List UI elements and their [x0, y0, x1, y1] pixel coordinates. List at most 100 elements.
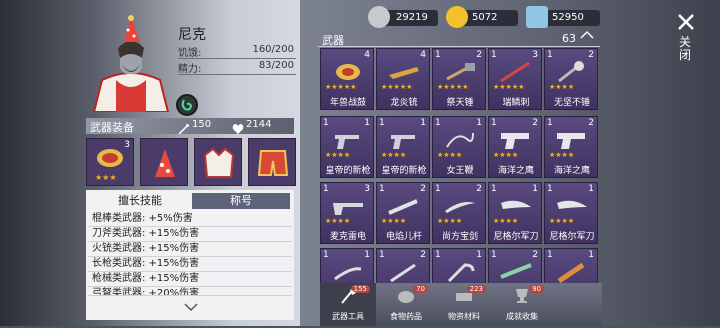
- silver-resource: 29219: [368, 6, 438, 28]
- weapon-tier: 1: [364, 250, 370, 260]
- stomach-icon[interactable]: [176, 94, 198, 116]
- weapon-stars: ★★★★: [493, 217, 519, 225]
- weapon-name: 无坚不锤: [553, 98, 590, 108]
- weapon-count: 1: [491, 184, 497, 194]
- party-hat-icon: [153, 147, 177, 183]
- weapon-stars: ★★★★: [493, 151, 519, 159]
- machete-icon: [499, 195, 533, 217]
- rod-icon: [387, 195, 421, 217]
- weapon-cell[interactable]: 1 3 ★★★★ 麦克雷电: [320, 182, 374, 244]
- weapon-name: 电焰儿杆: [385, 232, 422, 242]
- weapons-divider: [318, 46, 600, 47]
- slot-stars: ★★★: [95, 173, 117, 182]
- tab-achievements[interactable]: 90 成就收集: [494, 283, 550, 326]
- weapon-slot[interactable]: 3 ★★★: [86, 138, 134, 186]
- weapon-cell[interactable]: 1 2 ★★★★ 尚方宝剑: [432, 182, 486, 244]
- weapon-stars: ★★★★: [437, 151, 463, 159]
- weapon-cell[interactable]: 1 1 ★★★★ 尼格尔军刀: [488, 182, 542, 244]
- weapon-count: 1: [323, 184, 329, 194]
- weapon-cell[interactable]: 1 1 ★★★★ 皇帝的新枪: [320, 116, 374, 178]
- sword-icon: [178, 120, 190, 139]
- weapon-cell[interactable]: 1 2 ★★★★ 无坚不锤: [544, 48, 598, 110]
- weapon-cell[interactable]: 1 3 ★★★★★ 瑞鳞刺: [488, 48, 542, 110]
- weapon-name: 尚方宝剑: [441, 232, 478, 242]
- hammer-icon: [443, 61, 477, 83]
- drum-weapon-icon: [93, 145, 127, 175]
- weapon-tier: 3: [532, 50, 538, 60]
- skill-row: 弓弩类武器: +20%伤害: [88, 287, 292, 296]
- pistol-icon: [387, 129, 421, 151]
- tab-label: 成就收集: [506, 312, 538, 321]
- chevron-up-icon[interactable]: [580, 28, 594, 44]
- weapon-name: 皇帝的新枪: [381, 166, 427, 176]
- weapon-cell[interactable]: 1 1 ★★★★ 女王鞭: [432, 116, 486, 178]
- card-icon: [526, 6, 548, 28]
- weapon-cell[interactable]: 1 2 ★★★★ 海洋之鹰: [488, 116, 542, 178]
- weapon-name: 尼格尔军刀: [493, 232, 539, 242]
- dragon-gun-icon: [387, 61, 421, 83]
- weapon-name: 女王鞭: [446, 166, 474, 176]
- category-tabs: 155 武器工具 70 食物药品 223 物资材料 90 成就收集: [320, 283, 602, 326]
- weapon-cell[interactable]: 1 1 ★★★★ 皇帝的新枪: [376, 116, 430, 178]
- food-icon: [396, 287, 416, 305]
- machete-icon: [555, 195, 589, 217]
- logs-icon: [454, 287, 474, 305]
- weapon-cell[interactable]: 1 1 ★★★★ 尼格尔军刀: [544, 182, 598, 244]
- spear-icon: [499, 61, 533, 83]
- weapon-tier: 2: [420, 184, 426, 194]
- close-icon[interactable]: [676, 12, 696, 32]
- hunger-stat: 饥饿: 160/200: [178, 44, 296, 59]
- trophy-icon: [512, 287, 532, 305]
- weapon-count: 1: [435, 184, 441, 194]
- card-value: 52950: [552, 12, 584, 23]
- weapon-cell[interactable]: 1 2 ★★★★★ 祭天锤: [432, 48, 486, 110]
- gun-icon: [331, 195, 365, 217]
- weapon-count: 1: [323, 250, 329, 260]
- weapon-count: 1: [491, 50, 497, 60]
- weapon-name: 祭天锤: [446, 98, 474, 108]
- tab-skills[interactable]: 擅长技能: [90, 193, 190, 209]
- weapon-cell[interactable]: 4 ★★★★★ 年兽战鼓: [320, 48, 374, 110]
- attack-value: 150: [192, 119, 212, 130]
- tab-weapons-tools[interactable]: 155 武器工具: [320, 283, 376, 326]
- weapon-cell[interactable]: 1 2 ★★★★ 海洋之鹰: [544, 116, 598, 178]
- gold-resource: 5072: [446, 6, 518, 28]
- hat-slot[interactable]: [140, 138, 188, 186]
- weapon-count: 1: [491, 250, 497, 260]
- spike-icon: [387, 261, 421, 283]
- energy-value: 83/200: [258, 60, 294, 71]
- weapon-name: 麦克雷电: [329, 232, 366, 242]
- energy-label: 精力:: [178, 64, 202, 75]
- weapon-name: 皇帝的新枪: [325, 166, 371, 176]
- weapon-stars: ★★★★: [437, 217, 463, 225]
- rifle-icon: [499, 261, 533, 283]
- weapon-cell[interactable]: 4 ★★★★★ 龙炎铳: [376, 48, 430, 110]
- skill-row: 棍棒类武器: +5%伤害: [88, 212, 292, 227]
- mace-icon: [555, 61, 589, 83]
- weapon-name: 尼格尔军刀: [549, 232, 595, 242]
- weapon-name: 年兽战鼓: [329, 98, 366, 108]
- silver-value: 29219: [396, 12, 428, 23]
- tab-food-medicine[interactable]: 70 食物药品: [378, 283, 434, 326]
- tab-label: 食物药品: [390, 312, 422, 321]
- tab-label: 武器工具: [332, 312, 364, 321]
- weapon-name: 瑞鳞刺: [502, 98, 530, 108]
- weapon-tier: 1: [588, 184, 594, 194]
- tab-materials[interactable]: 223 物资材料: [436, 283, 492, 326]
- chevron-down-icon[interactable]: [184, 302, 198, 315]
- weapon-count: 1: [547, 50, 553, 60]
- weapon-count: 1: [379, 250, 385, 260]
- weapon-stars: ★★★★★: [325, 83, 357, 91]
- clothes-slot[interactable]: [194, 138, 242, 186]
- close-button[interactable]: 关闭: [678, 36, 692, 62]
- pants-slot[interactable]: [248, 138, 296, 186]
- weapon-stars: ★★★★★: [381, 83, 413, 91]
- weapon-count: 1: [491, 118, 497, 128]
- weapon-count: 1: [435, 50, 441, 60]
- weapon-cell[interactable]: 1 2 ★★★★ 电焰儿杆: [376, 182, 430, 244]
- scythe-icon: [443, 261, 477, 283]
- energy-stat: 精力: 83/200: [178, 60, 296, 75]
- tab-title[interactable]: 称号: [192, 193, 290, 209]
- axe-icon: [338, 287, 358, 305]
- weapon-tier: 3: [364, 184, 370, 194]
